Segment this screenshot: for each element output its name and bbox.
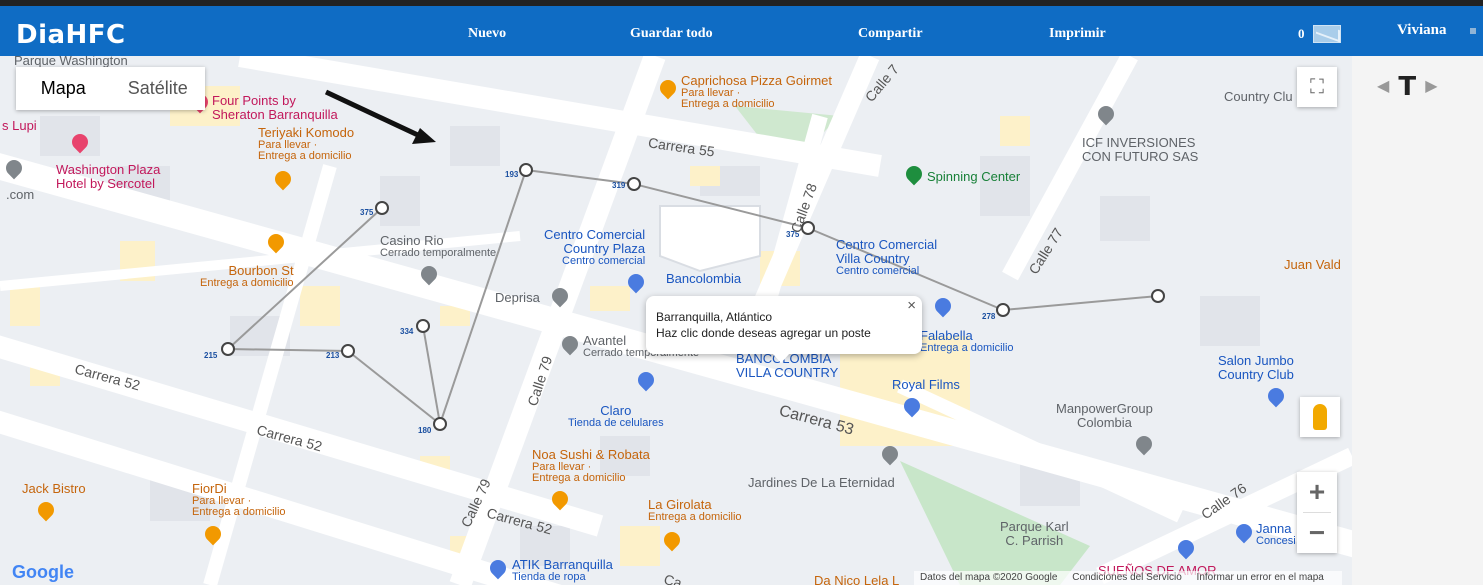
nav-nuevo[interactable]: Nuevo (468, 26, 506, 42)
prev-arrow-icon[interactable]: ◀ (1377, 76, 1389, 95)
place-label[interactable]: Four Points by Sheraton Barranquilla (212, 94, 338, 122)
zoom-out-button[interactable]: − (1297, 513, 1337, 553)
place-label: s Lupi (2, 118, 37, 133)
zoom-in-button[interactable]: + (1297, 472, 1337, 512)
close-icon[interactable]: × (907, 298, 916, 314)
nav-imprimir[interactable]: Imprimir (1049, 26, 1106, 42)
nav-compartir[interactable]: Compartir (858, 26, 923, 42)
pole-label: 193 (505, 170, 519, 179)
street-label: Ca (662, 570, 684, 585)
map-infowindow: Barranquilla, Atlántico Haz clic donde d… (646, 296, 922, 363)
pole-label: 180 (418, 426, 432, 435)
place-label: Juan Vald (1284, 257, 1341, 272)
place-label[interactable]: Royal Films (892, 378, 960, 392)
pole-label: 319 (612, 181, 626, 190)
infowindow-location: Barranquilla, Atlántico (656, 310, 773, 324)
map-data-credit: Datos del mapa ©2020 Google (920, 572, 1058, 583)
place-label[interactable]: Jardines De La Eternidad (748, 476, 895, 490)
place-label[interactable]: Parque Karl C. Parrish (1000, 520, 1069, 548)
pole-node[interactable] (627, 177, 641, 191)
text-tool-nav: ◀ T ▶ (1377, 72, 1438, 102)
next-arrow-icon[interactable]: ▶ (1425, 76, 1437, 95)
pole-node[interactable] (221, 342, 235, 356)
place-label: Da Nico Lela L (814, 573, 900, 585)
user-name[interactable]: Viviana (1397, 22, 1446, 39)
pole-label: 278 (982, 312, 996, 321)
street-view-pegman-icon[interactable] (1300, 397, 1340, 437)
nav-guardar-todo[interactable]: Guardar todo (630, 26, 713, 42)
pole-node[interactable] (519, 163, 533, 177)
place-label[interactable]: Salon Jumbo Country Club (1218, 354, 1294, 382)
place-label[interactable]: Falabella Entrega a domicilio (920, 329, 1014, 354)
map-attribution: Datos del mapa ©2020 Google Condiciones … (914, 571, 1342, 585)
text-tool-icon[interactable]: T (1398, 72, 1416, 102)
place-label: Country Clu (1224, 89, 1293, 104)
pole-label: 213 (326, 351, 340, 360)
place-label[interactable]: Caprichosa Pizza Goirmet Para llevar · Ent… (681, 74, 832, 110)
place-label[interactable]: ICF INVERSIONES CON FUTURO SAS (1082, 136, 1198, 164)
app-header: DiaHFC Nuevo Guardar todo Compartir Impr… (0, 6, 1483, 56)
zoom-control: + − (1297, 472, 1337, 553)
pole-label: 215 (204, 351, 218, 360)
place-label: .com (6, 187, 35, 202)
place-label[interactable]: Centro Comercial Country Plaza Centro come… (544, 228, 645, 267)
place-label[interactable]: Claro Tienda de celulares (568, 404, 664, 429)
pole-node[interactable] (996, 303, 1010, 317)
google-logo[interactable]: Google (12, 562, 74, 583)
place-label[interactable]: La Girolata Entrega a domicilio (648, 498, 742, 523)
place-label[interactable]: Teriyaki Komodo Para llevar · Entrega a do… (258, 126, 354, 162)
map-canvas[interactable]: 193 319 375 375 278 215 213 334 180 Parq… (0, 56, 1352, 585)
pole-node[interactable] (416, 319, 430, 333)
pole-node[interactable] (433, 417, 447, 431)
place-label[interactable]: Centro Comercial Villa Country Centro come… (836, 238, 937, 277)
place-label[interactable]: Casino Rio Cerrado temporalmente (380, 234, 496, 259)
infowindow-hint: Haz clic donde deseas agregar un poste (656, 326, 871, 340)
place-label[interactable]: Janna Concesi (1256, 522, 1296, 547)
place-label[interactable]: Bourbon St Entrega a domicilio (200, 264, 294, 289)
report-error-link[interactable]: Informar un error en el mapa (1197, 572, 1324, 583)
place-label[interactable]: ManpowerGroup Colombia (1056, 402, 1153, 430)
pole-node[interactable] (375, 201, 389, 215)
map-type-control: Mapa Satélite (16, 67, 205, 110)
pole-label: 375 (360, 208, 374, 217)
place-label[interactable]: Jack Bistro (22, 482, 86, 496)
brand-logo[interactable]: DiaHFC (16, 20, 126, 50)
place-label[interactable]: Spinning Center (927, 170, 1020, 184)
fullscreen-button[interactable]: ⛶ (1297, 67, 1337, 107)
pole-node[interactable] (341, 344, 355, 358)
user-menu-icon[interactable] (1470, 28, 1476, 34)
place-label[interactable]: Noa Sushi & Robata Para llevar · Entrega a… (532, 448, 650, 484)
place-label[interactable]: Washington Plaza Hotel by Sercotel (56, 163, 160, 191)
pole-node[interactable] (1151, 289, 1165, 303)
map-type-satellite-button[interactable]: Satélite (111, 67, 206, 110)
place-label[interactable]: Deprisa (495, 291, 540, 305)
place-label[interactable]: ATIK Barranquilla Tienda de ropa (512, 558, 613, 583)
right-panel (1352, 56, 1483, 585)
place-label[interactable]: FiorDi Para llevar · Entrega a domicilio (192, 482, 286, 518)
terms-link[interactable]: Condiciones del Servicio (1072, 572, 1182, 583)
message-count: 0 (1298, 26, 1305, 41)
mail-icon[interactable] (1313, 25, 1341, 43)
map-type-map-button[interactable]: Mapa (16, 67, 111, 110)
pole-label: 334 (400, 327, 414, 336)
place-label[interactable]: Bancolombia (666, 272, 741, 286)
